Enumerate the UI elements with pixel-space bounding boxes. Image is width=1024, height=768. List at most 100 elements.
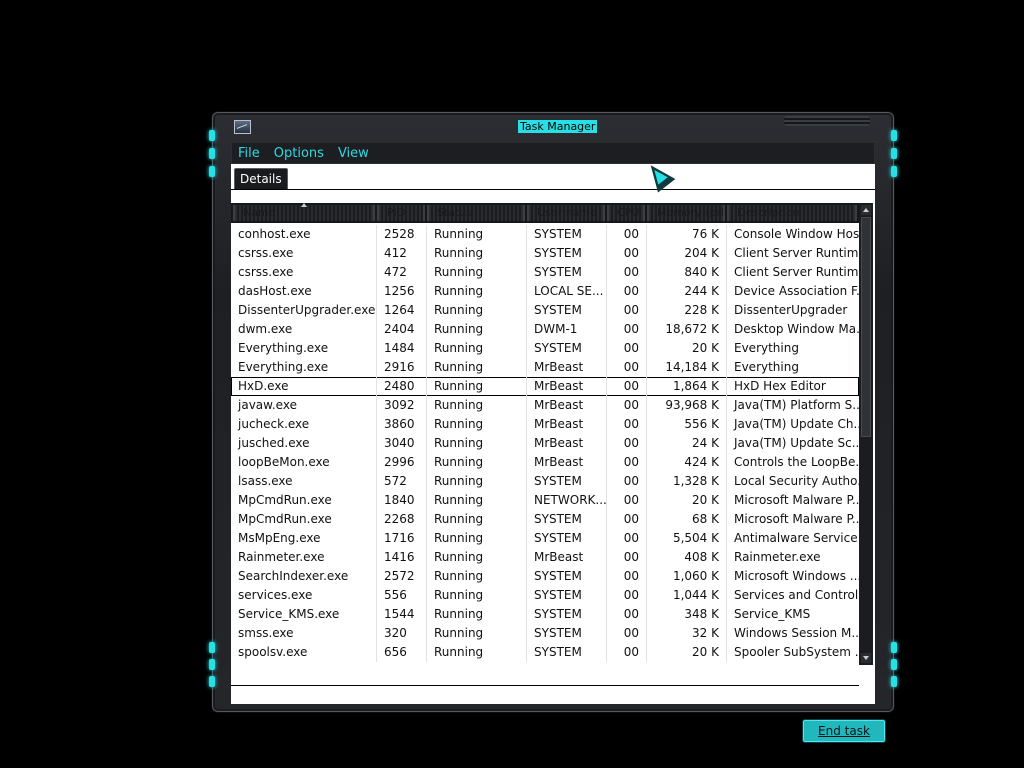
- cell-memory: 1,060 K: [647, 567, 727, 586]
- tab-divider: [231, 189, 875, 190]
- table-row[interactable]: HxD.exe 2480 Running MrBeast 00 1,864 K HxD He…: [231, 377, 859, 396]
- cell-cpu: 00: [607, 396, 647, 415]
- table-row[interactable]: Service_KMS.exe 1544 Running SYSTEM 00 348 K S…: [231, 605, 859, 624]
- cell-name: HxD.exe: [231, 377, 377, 396]
- cell-memory: 68 K: [647, 510, 727, 529]
- cell-cpu: 00: [607, 605, 647, 624]
- cell-description: Windows Session M...: [734, 626, 859, 640]
- cell-status: Running: [427, 415, 527, 434]
- table-row[interactable]: MpCmdRun.exe 2268 Running SYSTEM 00 68 K Micro…: [231, 510, 859, 529]
- menu-options[interactable]: Options: [267, 146, 331, 161]
- scrollbar-thumb[interactable]: [861, 217, 871, 437]
- cell-pid: 3860: [377, 415, 427, 434]
- cell-status: Running: [427, 339, 527, 358]
- frame-accent: [209, 676, 215, 687]
- cell-name: spoolsv.exe: [231, 643, 377, 662]
- task-manager-window: Task Manager File Options View Details N…: [209, 112, 897, 743]
- table-row[interactable]: loopBeMon.exe 2996 Running MrBeast 00 424 K Co…: [231, 453, 859, 472]
- frame-accent: [209, 130, 215, 141]
- cell-description: DissenterUpgrader: [734, 303, 848, 317]
- menu-view[interactable]: View: [331, 146, 376, 161]
- cell-memory: 408 K: [647, 548, 727, 567]
- column-header-cpu[interactable]: CPU: [607, 205, 645, 221]
- column-header-memory[interactable]: Memory (private working set): [647, 205, 725, 221]
- table-row[interactable]: SearchIndexer.exe 2572 Running SYSTEM 00 1,06…: [231, 567, 859, 586]
- table-row[interactable]: dasHost.exe 1256 Running LOCAL SE... 00 244 K…: [231, 282, 859, 301]
- cell-status: Running: [427, 624, 527, 643]
- scroll-up-button[interactable]: [861, 205, 871, 215]
- table-row[interactable]: dwm.exe 2404 Running DWM-1 00 18,672 K Desktop…: [231, 320, 859, 339]
- cell-memory: 1,864 K: [647, 377, 727, 396]
- cell-cpu: 00: [607, 339, 647, 358]
- table-row[interactable]: csrss.exe 472 Running SYSTEM 00 840 K Client S…: [231, 263, 859, 282]
- end-task-button[interactable]: End task: [802, 719, 886, 743]
- cell-user-name: SYSTEM: [527, 339, 607, 358]
- cell-user-name: MrBeast: [527, 377, 607, 396]
- cell-user-name: MrBeast: [527, 453, 607, 472]
- chevron-up-icon: [863, 208, 869, 212]
- cell-cpu: 00: [607, 624, 647, 643]
- cell-cpu: 00: [607, 282, 647, 301]
- table-row[interactable]: conhost.exe 2528 Running SYSTEM 00 76 K Consol…: [231, 225, 859, 244]
- cell-status: Running: [427, 434, 527, 453]
- column-header-status[interactable]: Status: [427, 205, 525, 221]
- cell-pid: 2528: [377, 225, 427, 244]
- tab-details[interactable]: Details: [234, 168, 288, 189]
- frame-accent: [209, 166, 215, 177]
- table-row[interactable]: Rainmeter.exe 1416 Running MrBeast 00 408 K Ra…: [231, 548, 859, 567]
- cell-cpu: 00: [607, 358, 647, 377]
- cell-memory: 228 K: [647, 301, 727, 320]
- cell-user-name: DWM-1: [527, 320, 607, 339]
- cell-pid: 2916: [377, 358, 427, 377]
- frame-accent: [209, 642, 215, 653]
- table-row[interactable]: spoolsv.exe 656 Running SYSTEM 00 20 K Spooler…: [231, 643, 859, 662]
- cell-cpu: 00: [607, 301, 647, 320]
- cell-user-name: SYSTEM: [527, 225, 607, 244]
- column-header-user-name[interactable]: User name: [527, 205, 605, 221]
- cell-name: smss.exe: [231, 624, 377, 643]
- cell-description: Everything: [734, 341, 799, 355]
- cell-pid: 1416: [377, 548, 427, 567]
- table-row[interactable]: jucheck.exe 3860 Running MrBeast 00 556 K Java…: [231, 415, 859, 434]
- cell-status: Running: [427, 320, 527, 339]
- cell-status: Running: [427, 244, 527, 263]
- table-row[interactable]: lsass.exe 572 Running SYSTEM 00 1,328 K Local …: [231, 472, 859, 491]
- cell-description: Java(TM) Platform S...: [734, 398, 859, 412]
- cell-pid: 1840: [377, 491, 427, 510]
- cell-memory: 840 K: [647, 263, 727, 282]
- cell-description: Microsoft Malware P...: [734, 512, 859, 526]
- cell-user-name: SYSTEM: [527, 263, 607, 282]
- frame-accent: [891, 130, 897, 141]
- cell-user-name: LOCAL SE...: [527, 282, 607, 301]
- cell-description: Local Security Autho...: [734, 474, 859, 488]
- table-row[interactable]: DissenterUpgrader.exe 1264 Running SYSTEM 00…: [231, 301, 859, 320]
- table-row[interactable]: MsMpEng.exe 1716 Running SYSTEM 00 5,504 K Ant…: [231, 529, 859, 548]
- cell-status: Running: [427, 529, 527, 548]
- table-row[interactable]: Everything.exe 2916 Running MrBeast 00 14,184…: [231, 358, 859, 377]
- table-row[interactable]: jusched.exe 3040 Running MrBeast 00 24 K Java(…: [231, 434, 859, 453]
- menu-bar: File Options View: [231, 142, 875, 164]
- table-row[interactable]: Everything.exe 1484 Running SYSTEM 00 20 K Eve…: [231, 339, 859, 358]
- cell-description: Device Association F...: [734, 284, 859, 298]
- cell-name: jusched.exe: [231, 434, 377, 453]
- process-table: Name PID Status User name CPU Memory (pr…: [231, 203, 875, 766]
- cell-status: Running: [427, 282, 527, 301]
- cell-status: Running: [427, 396, 527, 415]
- table-row[interactable]: MpCmdRun.exe 1840 Running NETWORK... 00 20 K M…: [231, 491, 859, 510]
- column-header-name[interactable]: Name: [233, 205, 375, 221]
- cell-name: MpCmdRun.exe: [231, 510, 377, 529]
- scroll-down-button[interactable]: [861, 653, 871, 663]
- cell-cpu: 00: [607, 472, 647, 491]
- table-row[interactable]: services.exe 556 Running SYSTEM 00 1,044 K Ser…: [231, 586, 859, 605]
- column-header-pid[interactable]: PID: [377, 205, 425, 221]
- cell-cpu: 00: [607, 643, 647, 662]
- vertical-scrollbar[interactable]: [859, 203, 873, 665]
- menu-file[interactable]: File: [231, 146, 267, 161]
- column-header-description[interactable]: Description: [727, 205, 857, 221]
- table-row[interactable]: smss.exe 320 Running SYSTEM 00 32 K Windows Se…: [231, 624, 859, 643]
- table-row[interactable]: javaw.exe 3092 Running MrBeast 00 93,968 K Jav…: [231, 396, 859, 415]
- cell-status: Running: [427, 567, 527, 586]
- cell-description: Antimalware Service ...: [734, 531, 859, 545]
- cell-name: MsMpEng.exe: [231, 529, 377, 548]
- table-row[interactable]: csrss.exe 412 Running SYSTEM 00 204 K Client S…: [231, 244, 859, 263]
